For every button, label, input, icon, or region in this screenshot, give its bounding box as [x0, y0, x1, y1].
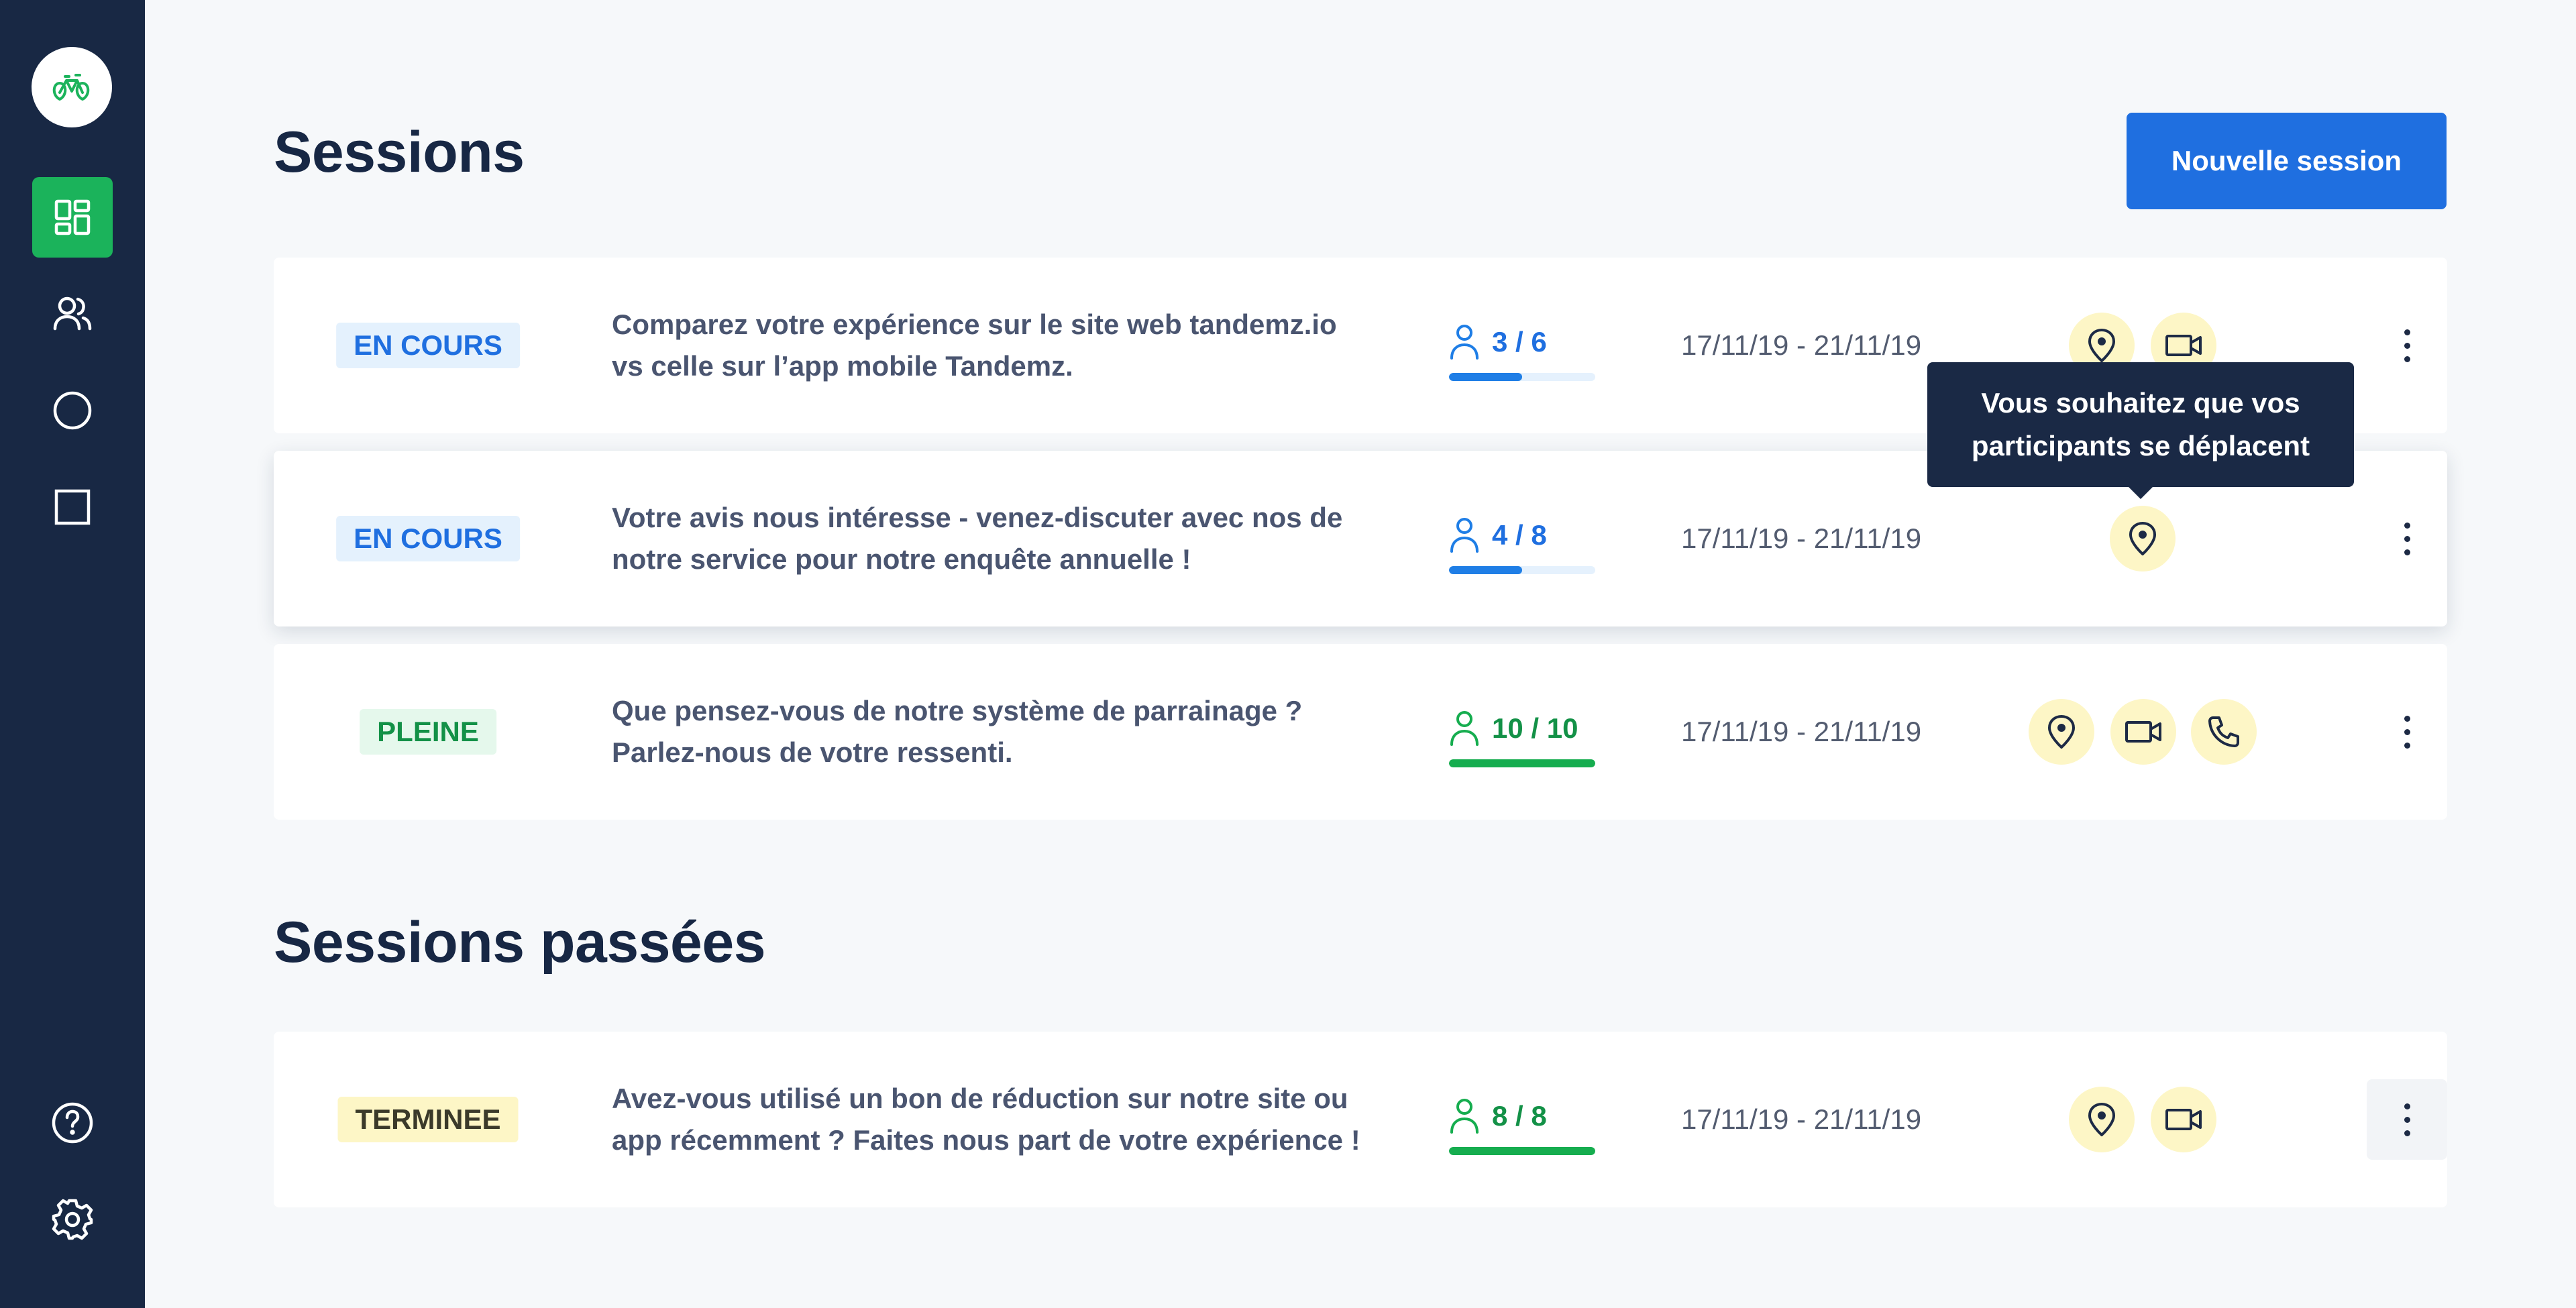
- help-icon: [52, 1102, 93, 1144]
- mode-video[interactable]: [2110, 699, 2176, 765]
- gear-icon: [52, 1199, 93, 1240]
- participant-progress: [1449, 1147, 1595, 1155]
- status-badge: EN COURS: [336, 323, 520, 368]
- session-dates: 17/11/19 - 21/11/19: [1681, 716, 1922, 747]
- location-pin-icon: [2129, 522, 2156, 555]
- phone-icon: [2208, 716, 2239, 747]
- participant-count-text: 10 / 10: [1492, 712, 1578, 744]
- session-description: Que pensez-vous de notre système de parr…: [612, 695, 1303, 768]
- users-icon: [53, 296, 92, 331]
- mode-location[interactable]: [2029, 699, 2094, 765]
- participant-progress-fill: [1449, 759, 1595, 767]
- tooltip-line: Vous souhaitez que vos: [1981, 387, 2300, 419]
- participant-count-text: 3 / 6: [1492, 326, 1547, 358]
- participant-progress-fill: [1449, 1147, 1595, 1155]
- nav-help[interactable]: [32, 1083, 113, 1163]
- circle-icon: [53, 391, 92, 430]
- participant-count: 10 / 10: [1449, 708, 1578, 749]
- location-pin-icon: [2088, 1103, 2115, 1136]
- participant-progress: [1449, 566, 1595, 574]
- logo[interactable]: [32, 47, 112, 127]
- past-sessions-title: Sessions passées: [274, 910, 766, 975]
- new-session-button[interactable]: Nouvelle session: [2127, 113, 2447, 209]
- mode-video[interactable]: [2151, 1087, 2216, 1152]
- status-badge: PLEINE: [360, 709, 496, 755]
- user-icon: [1450, 325, 1479, 360]
- status-badge: TERMINEE: [337, 1097, 519, 1142]
- session-dates: 17/11/19 - 21/11/19: [1681, 329, 1922, 361]
- video-camera-icon: [2165, 335, 2202, 356]
- session-card[interactable]: PLEINE Que pensez-vous de notre système …: [274, 644, 2447, 820]
- tooltip-line: participants se déplacent: [1971, 430, 2310, 461]
- participant-progress: [1449, 373, 1595, 381]
- participant-progress-fill: [1449, 373, 1522, 381]
- video-camera-icon: [2165, 1109, 2202, 1130]
- session-description: Avez-vous utilisé un bon de réduction su…: [612, 1083, 1360, 1156]
- location-pin-icon: [2088, 329, 2115, 362]
- mode-phone[interactable]: [2191, 699, 2257, 765]
- nav-square[interactable]: [32, 467, 113, 547]
- session-description: Votre avis nous intéresse - venez-discut…: [612, 502, 1343, 575]
- participant-count-text: 8 / 8: [1492, 1100, 1547, 1132]
- user-icon: [1450, 1099, 1479, 1134]
- session-description: Comparez votre expérience sur le site we…: [612, 309, 1337, 382]
- sidebar: [0, 0, 145, 1308]
- session-dates: 17/11/19 - 21/11/19: [1681, 523, 1922, 554]
- square-icon: [54, 489, 91, 525]
- participant-count-text: 4 / 8: [1492, 519, 1547, 551]
- nav-dashboard[interactable]: [32, 177, 113, 258]
- mode-location[interactable]: [2110, 506, 2176, 571]
- video-camera-icon: [2125, 721, 2161, 743]
- participant-progress: [1449, 759, 1595, 767]
- grid-icon: [54, 199, 91, 235]
- nav-circle[interactable]: [32, 370, 113, 451]
- page-title: Sessions: [274, 120, 525, 184]
- more-options-button[interactable]: [2367, 305, 2447, 386]
- mode-location[interactable]: [2069, 1087, 2135, 1152]
- session-dates: 17/11/19 - 21/11/19: [1681, 1103, 1922, 1135]
- past-session-card[interactable]: TERMINEE Avez-vous utilisé un bon de réd…: [274, 1032, 2447, 1207]
- participant-count: 3 / 6: [1449, 322, 1547, 362]
- user-icon: [1450, 711, 1479, 746]
- participant-progress-fill: [1449, 566, 1522, 574]
- more-options-button[interactable]: [2367, 1079, 2447, 1160]
- tandem-bike-logo-icon: [52, 74, 90, 101]
- nav-settings[interactable]: [32, 1179, 113, 1260]
- more-options-button[interactable]: [2367, 692, 2447, 772]
- tooltip: Vous souhaitez que vos participants se d…: [1927, 362, 2354, 499]
- participant-count: 8 / 8: [1449, 1096, 1547, 1136]
- nav-users[interactable]: [32, 274, 113, 354]
- status-badge: EN COURS: [336, 516, 520, 561]
- user-icon: [1450, 518, 1479, 553]
- more-options-button[interactable]: [2367, 498, 2447, 579]
- participant-count: 4 / 8: [1449, 515, 1547, 555]
- location-pin-icon: [2048, 715, 2075, 749]
